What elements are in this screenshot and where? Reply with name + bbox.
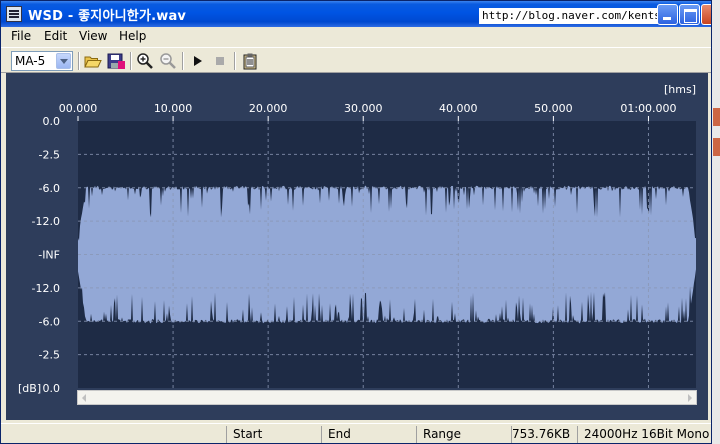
clipboard-icon[interactable] [241, 52, 259, 70]
open-folder-icon[interactable] [84, 52, 102, 70]
x-tick-label: 40.000 [439, 102, 478, 115]
preset-value: MA-5 [15, 54, 46, 68]
menu-bar: File Edit View Help [1, 27, 711, 47]
zoom-out-icon[interactable] [159, 52, 177, 70]
status-end: End [321, 426, 416, 443]
x-tick-label: 30.000 [344, 102, 383, 115]
window-title: WSD - 좋지아니한가.wav [28, 9, 187, 24]
scroll-left-icon[interactable] [80, 393, 89, 402]
y-tick-label: -INF [38, 249, 60, 262]
x-tick-label: 00.000 [59, 102, 98, 115]
menu-help[interactable]: Help [119, 29, 146, 43]
status-file-size: 753.76KB [511, 426, 573, 443]
desktop-edge [711, 0, 720, 444]
y-tick-label: -6.0 [39, 182, 60, 195]
chevron-down-icon[interactable] [56, 53, 71, 69]
y-tick-label: 0.0 [43, 382, 61, 395]
scroll-right-icon[interactable] [685, 393, 694, 402]
toolbar-separator [130, 52, 132, 70]
toolbar-separator [78, 52, 80, 70]
minimize-button[interactable] [657, 4, 678, 25]
horizontal-scrollbar[interactable] [77, 390, 697, 405]
y-unit-label: [dB] [18, 382, 41, 395]
play-icon[interactable] [189, 52, 207, 70]
stop-icon[interactable] [211, 52, 229, 70]
status-range: Range [416, 426, 511, 443]
x-tick-label: 01:00.000 [620, 102, 676, 115]
waveform-chart[interactable]: 0.0-2.5-6.0-12.0-INF-12.0-6.0-2.50.0[dB]… [6, 73, 708, 420]
toolbar-separator [234, 52, 236, 70]
menu-view[interactable]: View [79, 29, 107, 43]
app-icon[interactable] [6, 6, 22, 22]
toolbar: MA-5 [1, 47, 711, 73]
close-button[interactable] [701, 4, 711, 25]
y-tick-label: -2.5 [39, 148, 60, 161]
maximize-button[interactable] [679, 4, 700, 25]
x-tick-label: 20.000 [249, 102, 288, 115]
url-watermark: http://blog.naver.com/kentsh2 [479, 8, 678, 24]
y-tick-label: -12.0 [32, 282, 60, 295]
x-tick-label: 10.000 [154, 102, 193, 115]
zoom-in-icon[interactable] [136, 52, 154, 70]
y-tick-label: -2.5 [39, 349, 60, 362]
y-tick-label: -12.0 [32, 215, 60, 228]
x-unit-label: [hms] [664, 83, 696, 96]
save-icon[interactable] [107, 52, 125, 70]
desktop-marker [713, 108, 720, 126]
waveform-panel[interactable]: 0.0 -2.5 -6.0 -12.0 -INF -12.0 -6.0 -2.5 0.0 [dB]… [6, 73, 708, 420]
y-tick-label: 0.0 [43, 115, 61, 128]
status-format: 24000Hz 16Bit Mono [577, 426, 711, 443]
menu-file[interactable]: File [11, 29, 31, 43]
app-window: WSD - 좋지아니한가.wav http://blog.naver.com/k… [0, 0, 712, 444]
y-tick-label: -6.0 [39, 315, 60, 328]
status-bar: Start End Range 753.76KB 24000Hz 16Bit M… [1, 423, 711, 443]
toolbar-separator [182, 52, 184, 70]
status-start: Start [226, 426, 321, 443]
desktop-marker [713, 138, 720, 156]
x-tick-label: 50.000 [534, 102, 573, 115]
preset-dropdown[interactable]: MA-5 [11, 51, 73, 71]
menu-edit[interactable]: Edit [44, 29, 67, 43]
title-bar[interactable]: WSD - 좋지아니한가.wav http://blog.naver.com/k… [1, 1, 711, 27]
